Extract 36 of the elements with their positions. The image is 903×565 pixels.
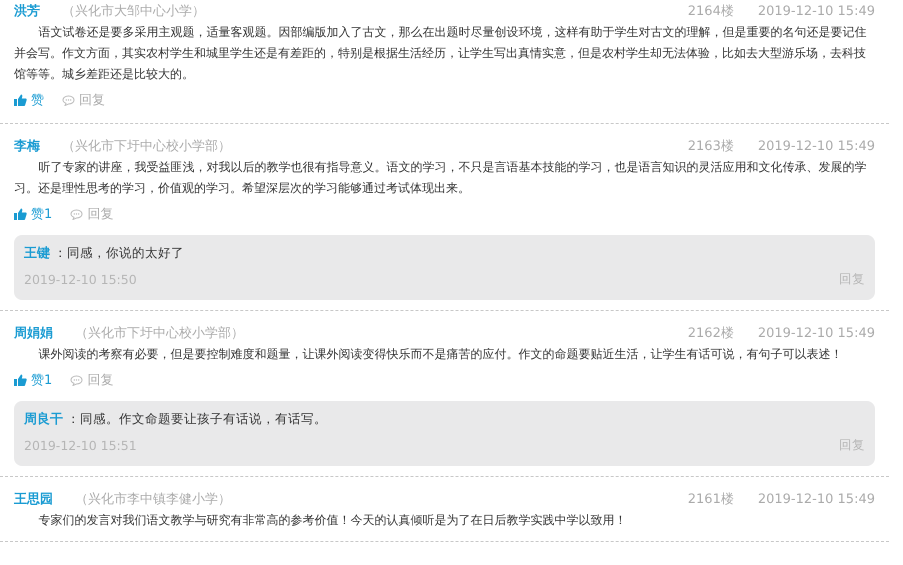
reply-text: ：同感，你说的太好了 <box>54 244 184 262</box>
school-name: （兴化市下圩中心校小学部） <box>75 325 244 342</box>
comment-time: 2019-12-10 15:49 <box>758 4 875 18</box>
reply-button[interactable]: 回复 <box>62 91 105 109</box>
like-button[interactable]: 赞 <box>14 91 44 109</box>
reply-button[interactable]: 回复 <box>70 205 114 223</box>
comment-text: 听了专家的讲座，我受益匪浅，对我以后的教学也很有指导意义。语文的学习，不只是言语基本技能的学习，也是语言知识的灵活应用和文化传承、发展的学习。还是理性思考的学习，价值观的学习。希望深层次的学习能够通过考试体现出来。 <box>14 159 868 197</box>
comment-icon <box>70 374 84 386</box>
comment-icon <box>62 94 75 106</box>
comment-time: 2019-12-10 15:49 <box>758 492 875 506</box>
school-name: （兴化市下圩中心校小学部） <box>62 138 231 155</box>
reply-button[interactable]: 回复 <box>70 371 114 389</box>
comment-icon <box>70 208 84 220</box>
floor-number: 2161楼 <box>688 491 734 508</box>
thumbs-up-icon <box>14 374 27 386</box>
comment-text: 语文试卷还是要多采用主观题，适量客观题。因部编版加入了古文，那么在出题时尽量创设环境，这样有助于学生对古文的理解，但是重要的名句还是要记住并会写。作文方面，其实农村学生和城里学生还是有差距的，特别是根据生活经历，让学生写出真情实意，但是农村学生却无法体验，比如去大型游乐场，去科技馆等等。城乡差距还是比较大的。 <box>14 24 868 83</box>
author-name[interactable]: 周娟娟 <box>14 324 53 342</box>
school-name: （兴化市李中镇李健小学） <box>75 491 231 508</box>
comment-time: 2019-12-10 15:49 <box>758 326 875 340</box>
like-button[interactable]: 赞1 <box>14 371 52 389</box>
floor-number: 2163楼 <box>688 138 734 155</box>
author-name[interactable]: 李梅 <box>14 137 40 155</box>
floor-number: 2164楼 <box>688 3 734 20</box>
reply-text: ：同感。作文命题要让孩子有话说，有话写。 <box>67 410 327 428</box>
author-name[interactable]: 洪芳 <box>14 2 40 20</box>
thumbs-up-icon <box>14 208 27 220</box>
author-name[interactable]: 王思园 <box>14 490 53 508</box>
school-name: （兴化市大邹中心小学） <box>62 3 205 20</box>
comment-text: 课外阅读的考察有必要，但是要控制难度和题量，让课外阅读变得快乐而不是痛苦的应付。作文的命题要贴近生活，让学生有话可说，有句子可以表述！ <box>37 346 844 363</box>
floor-number: 2162楼 <box>688 325 734 342</box>
thumbs-up-icon <box>14 94 27 106</box>
reply-author[interactable]: 周良干 <box>24 410 63 428</box>
comment-text: 专家们的发言对我们语文教学与研究有非常高的参考价值！今天的认真倾听是为了在日后教学实践中学以致用！ <box>37 512 628 529</box>
comment-time: 2019-12-10 15:49 <box>758 138 875 154</box>
like-button[interactable]: 赞1 <box>14 205 52 223</box>
reply-author[interactable]: 王键 <box>24 244 50 262</box>
